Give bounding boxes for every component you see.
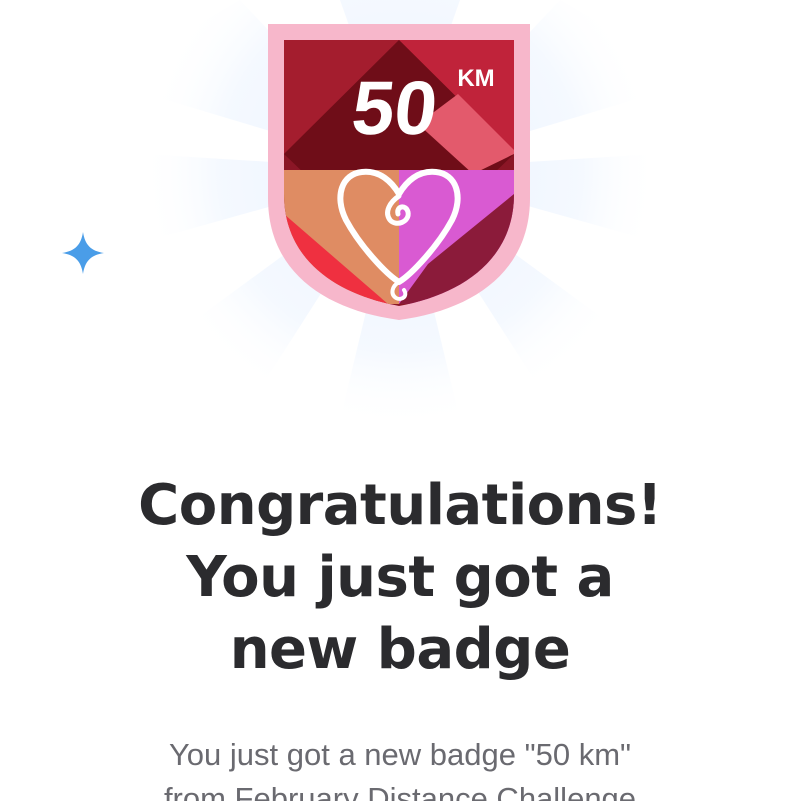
description-line-2: from February Distance Challenge bbox=[163, 781, 637, 801]
description-line-1: You just got a new badge "50 km" bbox=[168, 737, 632, 772]
sparkle-icon bbox=[62, 232, 104, 274]
badge-distance-label: 50 bbox=[348, 66, 441, 151]
heading-line-1: Congratulations! bbox=[138, 473, 662, 538]
badge-50km-icon: 50 KM bbox=[268, 24, 530, 320]
heading-line-3: new badge bbox=[229, 617, 571, 682]
badge-unit-label: KM bbox=[457, 65, 494, 92]
heading-line-2: You just got a bbox=[186, 545, 614, 610]
congratulations-heading: Congratulations! You just got a new badg… bbox=[0, 470, 800, 686]
badge-description: You just got a new badge "50 km" from Fe… bbox=[0, 733, 800, 801]
